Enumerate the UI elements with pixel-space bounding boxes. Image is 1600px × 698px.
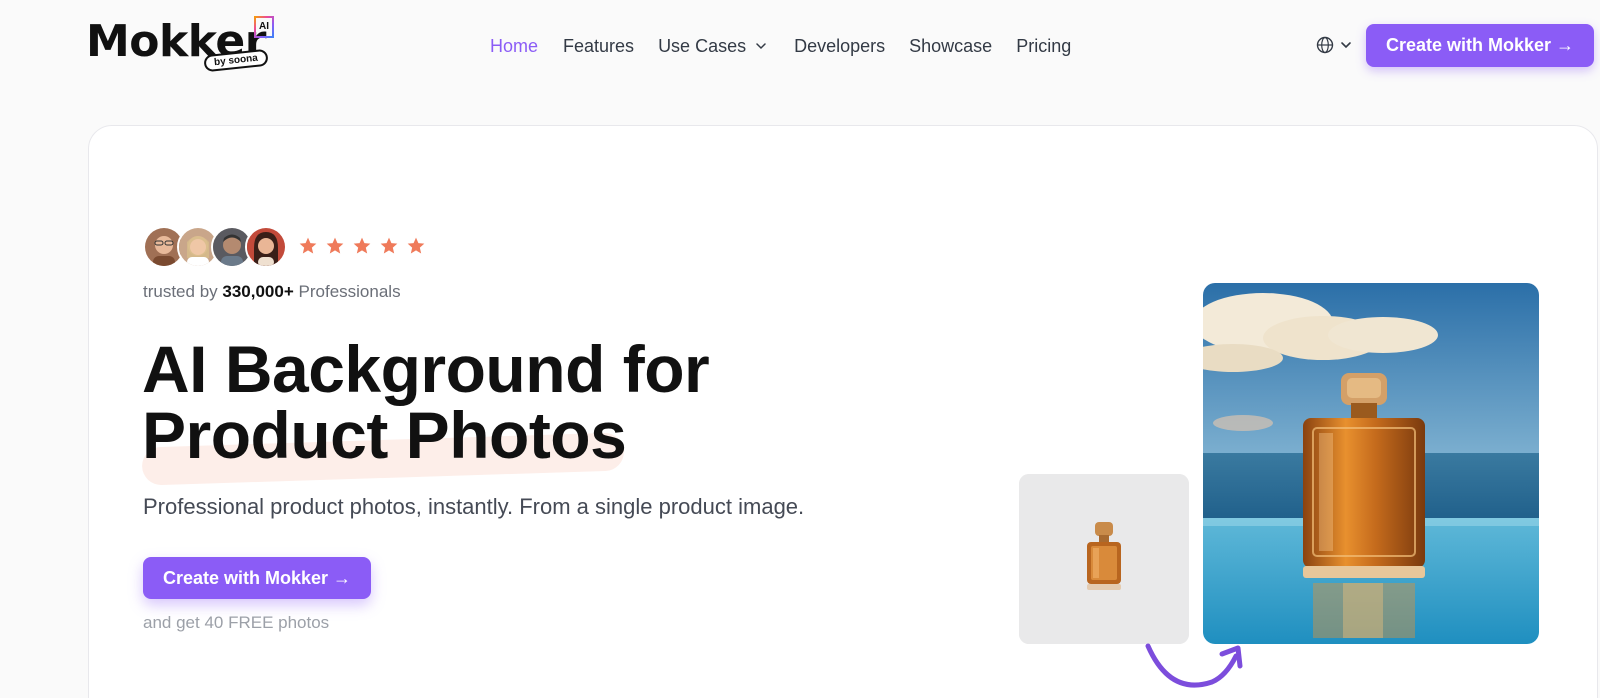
hero-subtitle: Professional product photos, instantly. … <box>143 494 805 519</box>
trusted-prefix: trusted by <box>143 282 218 301</box>
product-generated-image <box>1203 283 1539 644</box>
nav-item-showcase[interactable]: Showcase <box>909 36 992 57</box>
product-original-image <box>1019 474 1189 644</box>
star-icon <box>353 237 371 254</box>
star-icon <box>407 237 425 254</box>
nav-item-use-cases-label: Use Cases <box>658 35 747 56</box>
chevron-down-icon <box>1341 42 1351 49</box>
arrow-curve-icon <box>1145 643 1243 688</box>
chevron-down-icon <box>756 43 766 50</box>
star-icon <box>380 237 398 254</box>
trusted-count: 330,000+ <box>222 282 294 301</box>
header-create-button[interactable]: Create with Mokker → <box>1366 24 1594 67</box>
nav-item-home[interactable]: Home <box>490 36 538 57</box>
page-title-line-1: AI Background for <box>142 332 710 406</box>
globe-icon <box>1316 36 1334 54</box>
star-icon <box>299 237 317 254</box>
main-nav: Home Features Use Cases Developers Showc… <box>490 34 1071 58</box>
nav-item-use-cases[interactable]: Use Cases <box>658 36 766 57</box>
logo-ai-badge: AI <box>254 16 274 38</box>
customer-avatars <box>143 226 287 268</box>
page-title-line-2: Product Photos <box>142 398 627 472</box>
page-title: AI Background for Product Photos <box>142 336 902 468</box>
trusted-by-text: trusted by 330,000+ Professionals <box>143 282 401 302</box>
hero-create-button[interactable]: Create with Mokker → <box>143 557 371 599</box>
rating-stars <box>298 236 426 256</box>
language-selector[interactable] <box>1316 36 1352 54</box>
nav-item-pricing[interactable]: Pricing <box>1016 36 1071 57</box>
avatar <box>245 226 287 268</box>
trusted-suffix: Professionals <box>298 282 401 301</box>
nav-item-developers[interactable]: Developers <box>794 36 885 57</box>
free-photos-note: and get 40 FREE photos <box>143 613 330 632</box>
nav-item-features[interactable]: Features <box>563 36 634 57</box>
star-icon <box>326 237 344 254</box>
logo[interactable]: Mokker AI by soona <box>86 14 276 76</box>
